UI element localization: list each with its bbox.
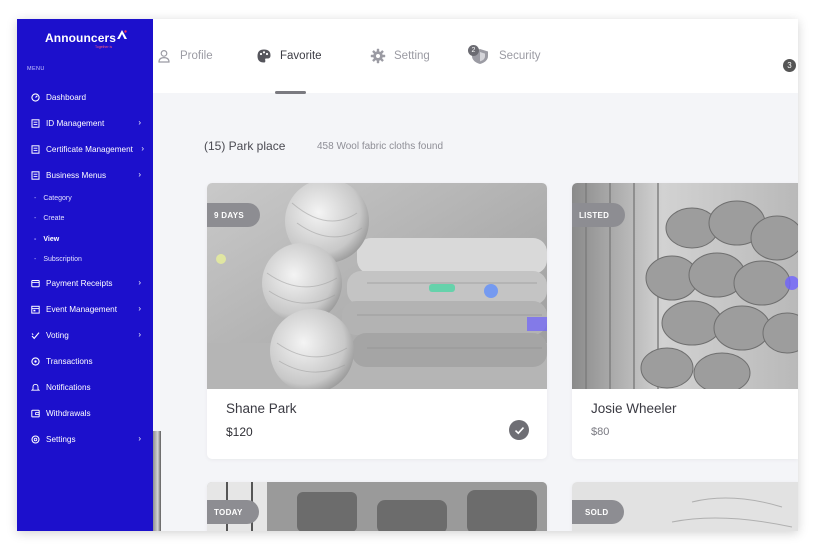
tab-profile[interactable]: Profile: [156, 45, 213, 67]
chevron-right-icon: ›: [138, 170, 141, 179]
sidebar-item-settings[interactable]: Settings ›: [17, 426, 153, 452]
listing-results-count: 458 Wool fabric cloths found: [317, 141, 444, 152]
chevron-right-icon: ›: [138, 434, 141, 443]
sidebar-item-label: Transactions: [46, 356, 93, 366]
palette-icon: [256, 48, 272, 64]
sidebar-item-label: Payment Receipts: [46, 278, 113, 288]
brand-logo[interactable]: Announcers: [45, 30, 128, 45]
sidebar-item-event-management[interactable]: Event Management ›: [17, 296, 153, 322]
document-icon: [31, 144, 40, 154]
sidebar-item-label: ID Management: [46, 118, 105, 128]
product-card[interactable]: TODAY: [207, 482, 547, 531]
product-card[interactable]: SOLD: [572, 482, 798, 531]
sidebar-item-payment-receipts[interactable]: Payment Receipts ›: [17, 270, 153, 296]
app-window: Announcers Together is MENU Dashboard ID…: [17, 19, 798, 531]
brand-tagline: Together is: [95, 45, 113, 49]
calendar-icon: [31, 305, 40, 314]
transactions-icon: [31, 356, 40, 366]
active-tab-indicator: [275, 91, 306, 94]
sidebar-item-voting[interactable]: Voting ›: [17, 322, 153, 348]
shield-icon: 2: [468, 45, 491, 65]
sidebar-nav: Dashboard ID Management › Certificate Ma…: [17, 84, 153, 452]
background-photo-strip: [153, 431, 161, 531]
submenu-label: Create: [43, 215, 65, 223]
sidebar-item-transactions[interactable]: Transactions: [17, 348, 153, 374]
brand-name: Announcers: [45, 31, 117, 45]
chevron-right-icon: ›: [138, 304, 141, 313]
chevron-right-icon: ›: [141, 144, 144, 153]
chevron-right-icon: ›: [138, 278, 141, 287]
notification-count-badge[interactable]: 3: [783, 59, 796, 72]
submenu-dash-icon: -: [34, 235, 37, 243]
logo-mark-icon: [117, 30, 128, 39]
submenu-dash-icon: -: [34, 194, 37, 202]
product-name: Shane Park: [226, 401, 297, 416]
chevron-right-icon: ›: [138, 118, 141, 127]
sidebar-item-certificate-management[interactable]: Certificate Management ›: [17, 136, 153, 162]
sidebar-item-label: Withdrawals: [46, 408, 91, 418]
security-badge: 2: [468, 45, 479, 56]
product-card[interactable]: 9 DAYS Shane Park $120: [207, 183, 547, 459]
product-price: $80: [591, 426, 610, 438]
submenu-label: Subscription: [43, 256, 82, 264]
sidebar-item-label: Dashboard: [46, 92, 87, 102]
voting-icon: [31, 331, 40, 340]
sidebar-item-label: Certificate Management: [46, 144, 133, 154]
status-pill: 9 DAYS: [207, 203, 260, 227]
tab-label: Profile: [180, 50, 213, 62]
gear-icon: [370, 48, 386, 64]
check-icon[interactable]: [509, 420, 529, 440]
status-pill: SOLD: [572, 500, 625, 524]
submenu-dash-icon: -: [34, 215, 37, 223]
sidebar-item-label: Notifications: [46, 382, 91, 392]
submenu-item-create[interactable]: - Create: [17, 209, 153, 230]
sidebar-item-label: Settings: [46, 434, 76, 444]
dashboard-icon: [31, 92, 40, 102]
product-card[interactable]: LISTED Josie Wheeler $80: [572, 183, 798, 459]
submenu-label: Category: [43, 194, 72, 202]
profile-tabs-bar: Profile Favorite Setting 2 Security: [153, 19, 798, 94]
receipt-icon: [31, 279, 40, 288]
submenu-item-subscription[interactable]: - Subscription: [17, 250, 153, 271]
submenu-item-view[interactable]: - View: [17, 229, 153, 250]
sidebar-item-label: Event Management: [46, 304, 118, 314]
submenu-label: View: [43, 235, 60, 243]
tab-setting[interactable]: Setting: [370, 45, 430, 67]
tab-label: Favorite: [280, 50, 322, 62]
sidebar-item-dashboard[interactable]: Dashboard: [17, 84, 153, 110]
sidebar-item-business-menus[interactable]: Business Menus ›: [17, 162, 153, 188]
tab-label: Setting: [394, 50, 430, 62]
wallet-icon: [31, 409, 40, 418]
settings-icon: [31, 434, 40, 444]
submenu-dash-icon: -: [34, 256, 37, 264]
sidebar-item-label: Business Menus: [46, 170, 107, 180]
product-name: Josie Wheeler: [591, 401, 677, 416]
chevron-right-icon: ›: [138, 330, 141, 339]
document-icon: [31, 118, 40, 128]
submenu-item-category[interactable]: - Category: [17, 188, 153, 209]
product-price: $120: [226, 425, 253, 439]
sidebar: Announcers Together is MENU Dashboard ID…: [17, 19, 153, 531]
sidebar-item-withdrawals[interactable]: Withdrawals: [17, 400, 153, 426]
tab-label: Security: [499, 50, 541, 62]
listing-title: (15) Park place: [204, 139, 286, 153]
tab-favorite[interactable]: Favorite: [256, 45, 322, 67]
sidebar-item-id-management[interactable]: ID Management ›: [17, 110, 153, 136]
document-icon: [31, 170, 40, 180]
menu-heading: MENU: [27, 66, 45, 72]
sidebar-item-notifications[interactable]: Notifications: [17, 374, 153, 400]
tab-security[interactable]: 2 Security: [468, 45, 541, 67]
bell-icon: [31, 383, 40, 392]
status-pill: TODAY: [207, 500, 259, 524]
sidebar-item-label: Voting: [46, 330, 69, 340]
user-icon: [156, 48, 172, 64]
status-pill: LISTED: [572, 203, 626, 227]
